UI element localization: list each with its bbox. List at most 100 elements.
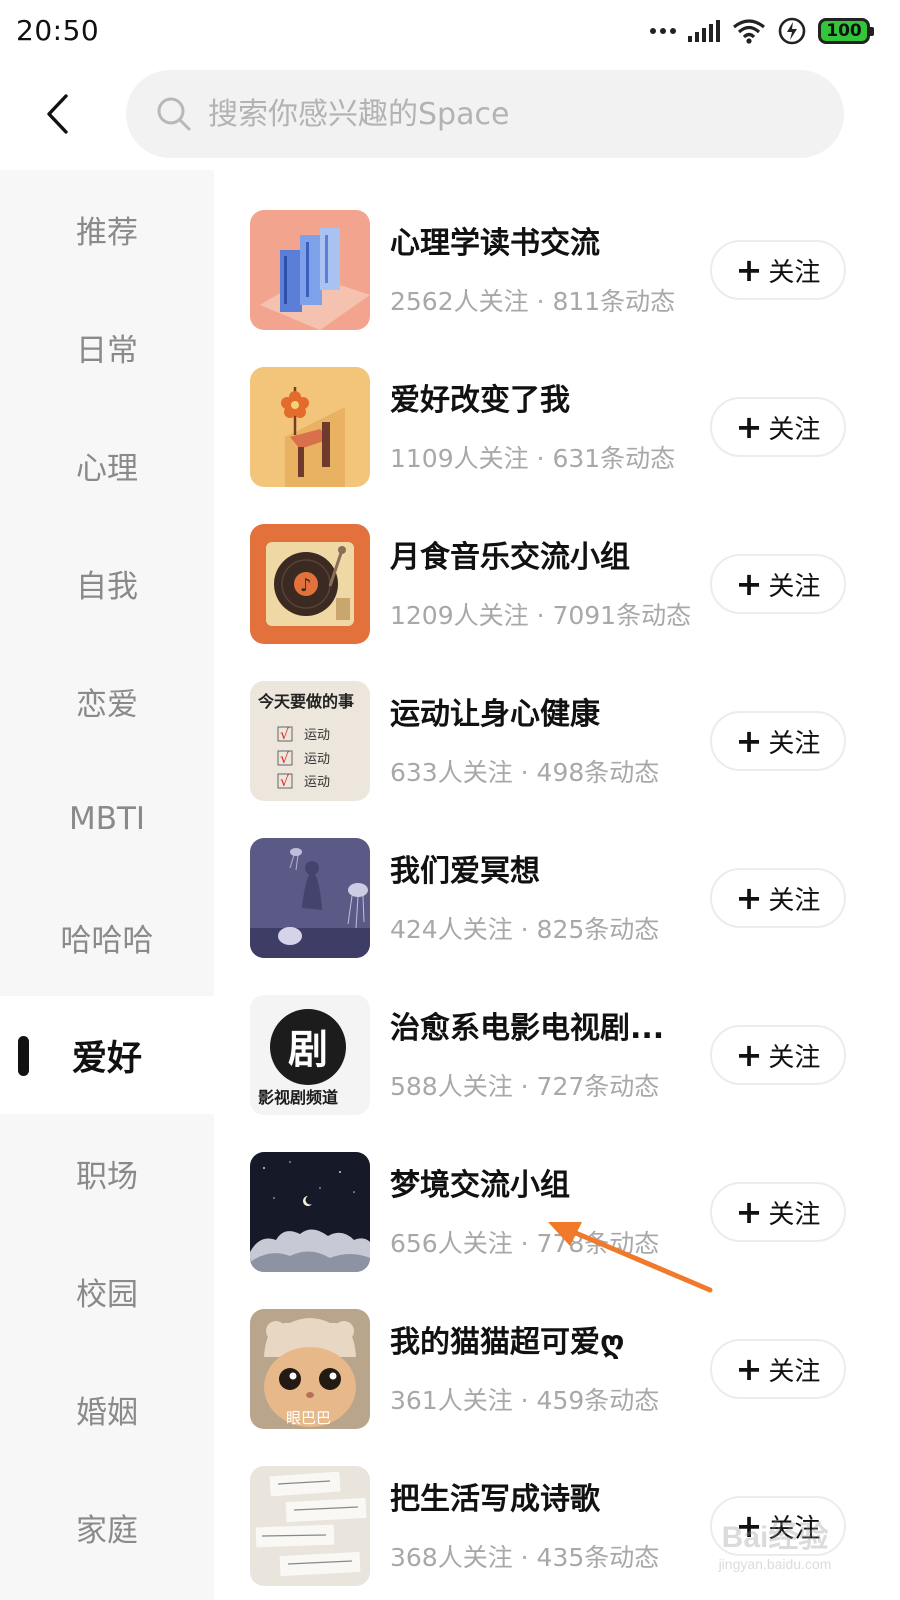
signal-icon xyxy=(688,20,720,42)
sidebar-item-label: 恋爱 xyxy=(76,686,138,723)
space-title: 治愈系电影电视剧... xyxy=(390,1011,665,1046)
thumb-item: 运动 xyxy=(304,752,330,767)
plus-icon: + xyxy=(735,1350,763,1388)
charging-icon xyxy=(778,17,806,45)
follow-button[interactable]: + 关注 xyxy=(710,240,846,300)
watermark-sub: jingyan.baidu.com xyxy=(718,1556,832,1572)
sidebar-item-label: 校园 xyxy=(76,1276,138,1313)
sidebar-item-psychology[interactable]: 心理 xyxy=(0,406,214,524)
follow-button[interactable]: + 关注 xyxy=(710,1025,846,1085)
plus-icon: + xyxy=(735,722,763,760)
search-box[interactable] xyxy=(126,70,844,158)
follow-label: 关注 xyxy=(768,1199,821,1230)
svg-text:♪: ♪ xyxy=(300,575,312,596)
follow-label: 关注 xyxy=(768,1356,821,1387)
svg-text:√: √ xyxy=(280,751,289,767)
cat-thumb: 眼巴巴 xyxy=(250,1309,370,1429)
plus-icon: + xyxy=(735,251,763,289)
plus-icon: + xyxy=(735,1193,763,1231)
list-item[interactable]: 心理学读书交流 2562人关注 · 811条动态 + 关注 xyxy=(214,170,900,330)
follow-button[interactable]: + 关注 xyxy=(710,397,846,457)
plus-icon: + xyxy=(735,565,763,603)
sidebar-item-daily[interactable]: 日常 xyxy=(0,288,214,406)
sidebar-item-campus[interactable]: 校园 xyxy=(0,1232,214,1350)
space-stats: 2562人关注 · 811条动态 xyxy=(390,287,676,316)
sidebar-item-family[interactable]: 家庭 xyxy=(0,1468,214,1586)
follow-label: 关注 xyxy=(768,571,821,602)
flower-hand-thumb xyxy=(250,367,370,487)
plus-icon: + xyxy=(735,879,763,917)
thumb-item: 运动 xyxy=(304,728,330,743)
sidebar-item-workplace[interactable]: 职场 xyxy=(0,1114,214,1232)
sidebar-item-self[interactable]: 自我 xyxy=(0,524,214,642)
thumb-caption: 眼巴巴 xyxy=(286,1409,331,1427)
sidebar-item-hahaha[interactable]: 哈哈哈 xyxy=(0,878,214,996)
plus-icon: + xyxy=(735,408,763,446)
follow-label: 关注 xyxy=(768,414,821,445)
space-stats: 1109人关注 · 631条动态 xyxy=(390,444,676,473)
wifi-icon xyxy=(733,19,765,44)
space-title: 心理学读书交流 xyxy=(390,226,600,261)
list-item[interactable]: 剧 影视剧频道 治愈系电影电视剧... 588人关注 · 727条动态 + 关注 xyxy=(214,955,900,1115)
battery-icon: 100 xyxy=(818,18,874,44)
space-title: 梦境交流小组 xyxy=(390,1168,570,1203)
space-stats: 368人关注 · 435条动态 xyxy=(390,1543,660,1572)
chevron-left-icon xyxy=(47,94,68,134)
sidebar-item-label: 心理 xyxy=(76,450,138,487)
status-icons: 100 xyxy=(650,14,874,48)
space-title: 把生活写成诗歌 xyxy=(390,1482,600,1517)
list-item[interactable]: 我们爱冥想 424人关注 · 825条动态 + 关注 xyxy=(214,798,900,958)
notes-thumb xyxy=(250,1466,370,1586)
svg-text:√: √ xyxy=(280,774,289,790)
follow-label: 关注 xyxy=(768,1042,821,1073)
sidebar-item-label: 婚姻 xyxy=(76,1394,138,1431)
follow-button[interactable]: + 关注 xyxy=(710,1182,846,1242)
more-dots-icon xyxy=(650,28,676,34)
status-time: 20:50 xyxy=(16,14,100,47)
space-title: 爱好改变了我 xyxy=(390,383,570,418)
sidebar-item-label: 爱好 xyxy=(71,1038,142,1079)
follow-label: 关注 xyxy=(768,257,821,288)
back-button[interactable] xyxy=(32,84,82,144)
sidebar-item-love[interactable]: 恋爱 xyxy=(0,642,214,760)
space-title: 我的猫猫超可爱ღ xyxy=(390,1325,625,1360)
follow-label: 关注 xyxy=(768,728,821,759)
follow-button[interactable]: + 关注 xyxy=(710,711,846,771)
drama-logo-thumb: 剧 影视剧频道 xyxy=(250,995,370,1115)
sidebar-item-label: 哈哈哈 xyxy=(60,922,154,959)
space-stats: 1209人关注 · 7091条动态 xyxy=(390,601,692,630)
sidebar-item-recommend[interactable]: 推荐 xyxy=(0,170,214,288)
watermark: Bai经验 jingyan.baidu.com xyxy=(690,1512,860,1580)
follow-button[interactable]: + 关注 xyxy=(710,1339,846,1399)
space-title: 运动让身心健康 xyxy=(390,697,600,732)
list-item[interactable]: ♪ 月食音乐交流小组 1209人关注 · 7091条动态 + 关注 xyxy=(214,484,900,644)
follow-button[interactable]: + 关注 xyxy=(710,868,846,928)
follow-button[interactable]: + 关注 xyxy=(710,554,846,614)
sidebar-item-label: 家庭 xyxy=(76,1512,138,1549)
search-input[interactable] xyxy=(208,96,808,132)
space-stats: 588人关注 · 727条动态 xyxy=(390,1072,660,1101)
list-item[interactable]: 爱好改变了我 1109人关注 · 631条动态 + 关注 xyxy=(214,327,900,487)
space-stats: 424人关注 · 825条动态 xyxy=(390,915,660,944)
thumb-item: 运动 xyxy=(304,775,330,790)
space-list: 心理学读书交流 2562人关注 · 811条动态 + 关注 爱好改变了我 110… xyxy=(214,170,900,1600)
search-icon xyxy=(156,96,192,132)
space-title: 月食音乐交流小组 xyxy=(390,540,630,575)
sidebar-item-marriage[interactable]: 婚姻 xyxy=(0,1350,214,1468)
space-stats: 633人关注 · 498条动态 xyxy=(390,758,660,787)
active-indicator xyxy=(18,1036,29,1076)
status-bar: 20:50 100 xyxy=(0,0,900,62)
annotation-arrow-icon xyxy=(548,1222,713,1293)
sidebar-item-mbti[interactable]: MBTI xyxy=(0,760,214,878)
record-player-thumb: ♪ xyxy=(250,524,370,644)
thumb-glyph: 剧 xyxy=(288,1026,328,1073)
follow-label: 关注 xyxy=(768,885,821,916)
todo-list-thumb: 今天要做的事 √ 运动 √ 运动 √ 运动 xyxy=(250,681,370,801)
svg-text:√: √ xyxy=(280,727,289,743)
space-title: 我们爱冥想 xyxy=(390,854,540,889)
sidebar-item-label: 日常 xyxy=(76,332,138,369)
night-cloud-thumb xyxy=(250,1152,370,1272)
sidebar-item-hobby[interactable]: 爱好 xyxy=(0,996,214,1114)
list-item[interactable]: 今天要做的事 √ 运动 √ 运动 √ 运动 运动让身心健康 633人关注 · 4… xyxy=(214,641,900,801)
watermark-text: Bai经验 xyxy=(721,1521,829,1554)
